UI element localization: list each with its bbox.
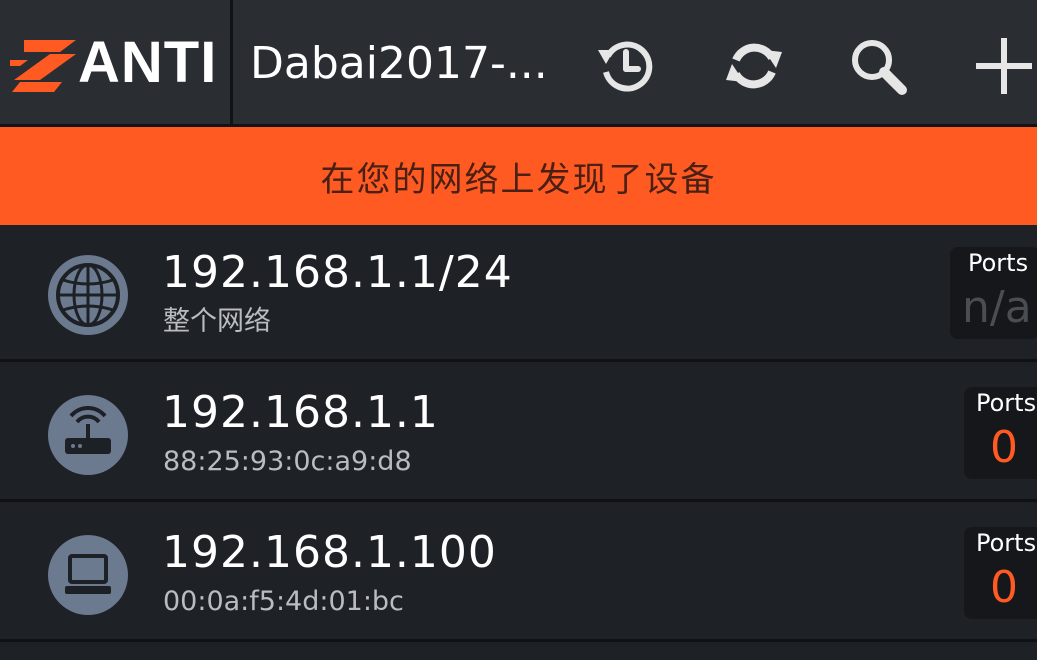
- ports-label: Ports: [976, 389, 1037, 417]
- history-icon[interactable]: [594, 34, 658, 98]
- computer-icon: [48, 535, 128, 615]
- list-item[interactable]: 192.168.1.1/24 整个网络 Ports n/a: [0, 225, 1037, 362]
- globe-icon: [48, 255, 128, 335]
- list-item[interactable]: 192.168.1.100 00:0a:f5:4d:01:bc Ports 0: [0, 505, 1037, 642]
- discovery-banner: 在您的网络上发现了设备: [0, 127, 1037, 225]
- ports-box: Ports n/a: [950, 247, 1037, 339]
- network-title[interactable]: Dabai2017-...: [250, 36, 548, 92]
- banner-text: 在您的网络上发现了设备: [320, 159, 717, 200]
- ports-label: Ports: [968, 249, 1029, 277]
- device-subtitle: 整个网络: [163, 306, 271, 337]
- search-icon[interactable]: [846, 34, 910, 98]
- device-ip: 192.168.1.1/24: [162, 247, 513, 298]
- ports-value: 0: [990, 562, 1018, 613]
- device-mac: 88:25:93:0c:a9:d8: [163, 446, 412, 477]
- ports-value: 0: [990, 422, 1018, 473]
- list-item[interactable]: 192.168.1.1 88:25:93:0c:a9:d8 Ports 0: [0, 365, 1037, 502]
- ports-value: n/a: [962, 282, 1032, 333]
- header-divider: [230, 0, 233, 124]
- top-bar: ANTI Dabai2017-...: [0, 0, 1037, 127]
- ports-box: Ports 0: [964, 527, 1037, 619]
- router-icon: [48, 395, 128, 475]
- list-item-partial: [0, 645, 1037, 660]
- ports-box: Ports 0: [964, 387, 1037, 479]
- app-logo: ANTI: [0, 0, 230, 124]
- add-icon[interactable]: [972, 34, 1036, 98]
- logo-text: ANTI: [78, 30, 218, 95]
- ports-label: Ports: [976, 529, 1037, 557]
- device-mac: 00:0a:f5:4d:01:bc: [163, 586, 404, 617]
- refresh-icon[interactable]: [722, 34, 786, 98]
- device-ip: 192.168.1.100: [162, 527, 497, 578]
- zimperium-logo-icon: [10, 40, 76, 92]
- device-ip: 192.168.1.1: [162, 387, 439, 438]
